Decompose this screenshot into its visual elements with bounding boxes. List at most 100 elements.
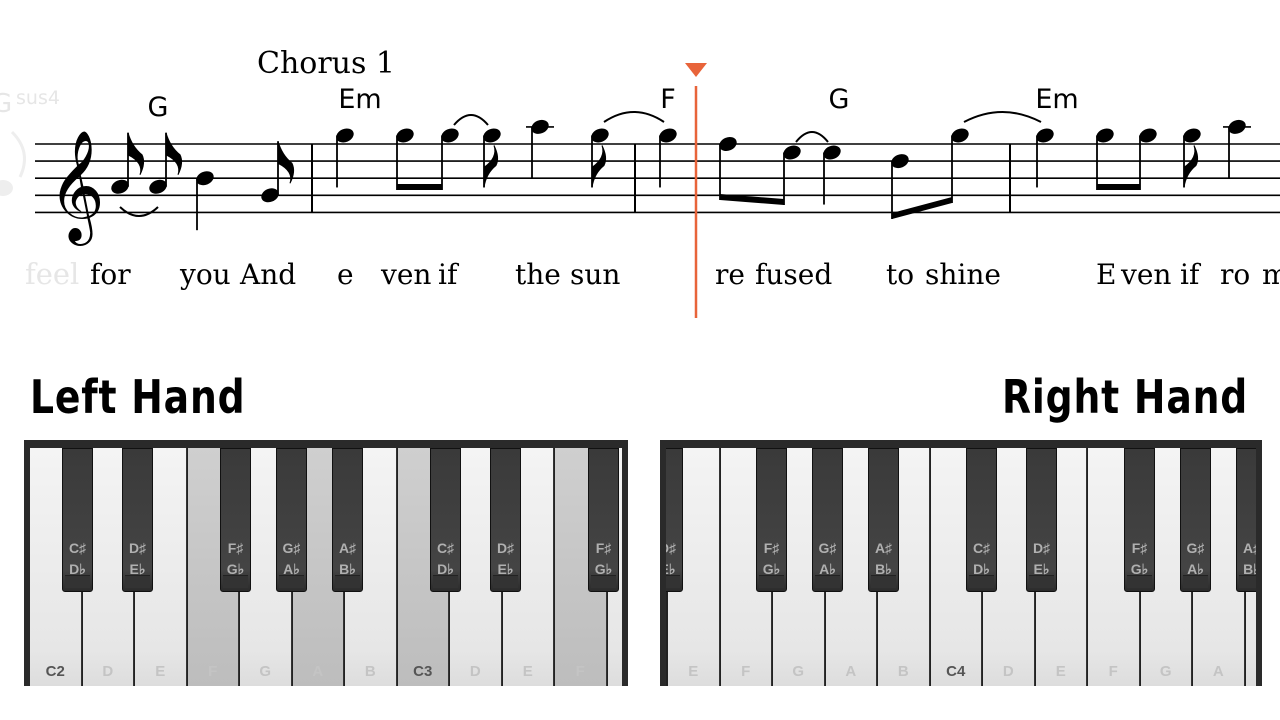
black-key-label: D♯: [128, 540, 147, 556]
black-key[interactable]: G♯ A♭: [1180, 448, 1211, 592]
lyric-syllable: if: [438, 258, 460, 291]
black-key[interactable]: A♯ B♭: [1236, 448, 1256, 592]
black-key[interactable]: C♯ D♭: [430, 448, 461, 592]
lyric-syllable: E: [1096, 258, 1116, 291]
lyric-syllable: m: [1262, 258, 1280, 291]
black-key-label: D♯: [666, 540, 677, 556]
black-key-label: A♭: [1187, 561, 1204, 577]
black-key-label: D♭: [69, 561, 86, 577]
section-label: Chorus 1: [257, 46, 395, 81]
white-key-label: D: [102, 663, 114, 680]
tie: [119, 206, 159, 217]
white-key-label: E: [522, 663, 533, 680]
white-key-label: A: [312, 663, 324, 680]
lyric-syllable: if: [1180, 258, 1202, 291]
black-key[interactable]: F♯ G♭: [1124, 448, 1155, 592]
black-key-label: C♯: [68, 540, 87, 556]
faded-chord-symbol: G: [0, 89, 12, 119]
white-key-label: C3: [413, 663, 433, 680]
black-key[interactable]: D♯ E♭: [1026, 448, 1057, 592]
tie: [963, 111, 1042, 123]
note: [1096, 128, 1114, 190]
flag: [591, 145, 607, 188]
white-key-label: G: [259, 663, 272, 680]
note: [1223, 119, 1251, 179]
right-hand-title: Right Hand: [1001, 370, 1248, 424]
flag: [483, 145, 499, 188]
white-key-label: C2: [45, 663, 65, 680]
black-key[interactable]: F♯ G♭: [756, 448, 787, 592]
black-key-label: D♯: [496, 540, 515, 556]
black-key[interactable]: D♯ E♭: [666, 448, 683, 592]
lyric-syllable: shine: [925, 258, 1001, 291]
chord-symbol: G: [148, 92, 169, 123]
chord-symbol: Em: [338, 84, 381, 115]
black-key-label: D♭: [437, 561, 454, 577]
black-key-label: A♯: [338, 540, 357, 556]
black-key[interactable]: C♯ D♭: [966, 448, 997, 592]
black-key-label: E♭: [497, 561, 514, 577]
white-key-label: A: [845, 663, 857, 680]
black-key-label: D♭: [973, 561, 990, 577]
black-key-label: A♭: [283, 561, 300, 577]
white-key-label: C4: [946, 663, 966, 680]
black-key-label: F♯: [763, 540, 780, 556]
chord-symbol: F: [660, 84, 676, 115]
black-key-label: D♯: [1032, 540, 1051, 556]
tie: [795, 131, 829, 143]
white-key-label: B: [897, 663, 909, 680]
black-key-label: C♯: [972, 540, 991, 556]
white-key-label: B: [364, 663, 376, 680]
black-key-label: F♯: [1131, 540, 1148, 556]
white-key-label: G: [792, 663, 805, 680]
lyric-syllable: ro: [1220, 258, 1250, 291]
flag: [277, 141, 295, 184]
chord-symbol: G: [829, 84, 850, 115]
note: [719, 137, 737, 200]
note: [196, 171, 214, 231]
sheet-music: Gsus4𝄞Chorus 1G Em F G Emfeel for you And e ven if…: [0, 46, 1280, 318]
flag: [127, 132, 145, 175]
lyric-syllable: to: [886, 258, 914, 291]
black-key-label: F♯: [595, 540, 612, 556]
white-key-label: G: [1159, 663, 1172, 680]
black-key[interactable]: D♯ E♭: [122, 448, 153, 592]
white-key-label: F: [741, 663, 751, 680]
note: [149, 132, 183, 194]
white-key-label: E: [1055, 663, 1066, 680]
black-key[interactable]: A♯ B♭: [332, 448, 363, 592]
lyric-syllable: And: [239, 258, 296, 291]
note: [1139, 128, 1157, 190]
lyric-syllable: ven: [380, 258, 431, 291]
note: [111, 132, 145, 194]
left-hand-keyboard[interactable]: C2 D E F G A B C3 D E F C♯ D♭ D♯ E♭ F♯ G♭ G♯ A♭ A♯ B♭ C♯ D♭ D♯ E…: [24, 440, 628, 686]
black-key-label: G♭: [1130, 561, 1149, 577]
black-key-label: E♭: [129, 561, 146, 577]
lyric-syllable: e: [337, 258, 354, 291]
chord-symbol: Em: [1035, 84, 1078, 115]
black-key[interactable]: A♯ B♭: [868, 448, 899, 592]
black-key-label: E♭: [666, 561, 676, 577]
flag: [1183, 145, 1199, 188]
right-hand-keyboard[interactable]: E F G A B C4 D E F G A D♯ E♭ F♯ G♭ G♯ A♭ A♯ B♭ C♯ D♭ D♯ E♭ F♯ G♭…: [660, 440, 1262, 686]
lyric-syllable: you: [179, 258, 231, 291]
black-key[interactable]: D♯ E♭: [490, 448, 521, 592]
lyric-syllable: sun: [570, 258, 620, 291]
note: [951, 128, 969, 203]
white-key-label: F: [208, 663, 218, 680]
black-key-label: G♯: [1186, 540, 1205, 556]
black-key[interactable]: G♯ A♭: [276, 448, 307, 592]
flag: [165, 132, 183, 175]
beam: [892, 197, 952, 219]
black-key[interactable]: F♯ G♭: [220, 448, 251, 592]
black-key[interactable]: G♯ A♭: [812, 448, 843, 592]
black-key[interactable]: C♯ D♭: [62, 448, 93, 592]
black-key-label: G♭: [762, 561, 781, 577]
white-key-label: F: [575, 663, 585, 680]
white-key-label: F: [1108, 663, 1118, 680]
black-key[interactable]: F♯ G♭: [588, 448, 619, 592]
treble-clef-icon: 𝄞: [48, 129, 105, 246]
lyric-syllable: for: [90, 258, 131, 291]
black-key-label: A♭: [819, 561, 836, 577]
black-key-label: G♭: [594, 561, 613, 577]
